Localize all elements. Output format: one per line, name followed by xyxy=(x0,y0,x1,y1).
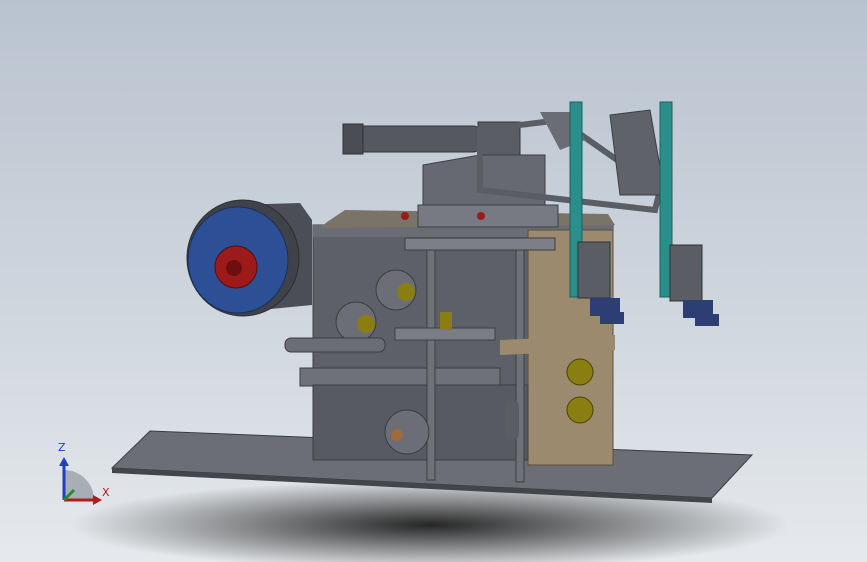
triad-z-label: Z xyxy=(58,441,66,454)
tape-reel[interactable] xyxy=(186,199,312,317)
triad-x-label: X xyxy=(102,486,110,499)
axis-triad[interactable] xyxy=(59,457,102,505)
motors[interactable] xyxy=(577,241,719,326)
cad-model-view[interactable] xyxy=(0,0,867,562)
graphics-viewport[interactable]: Z X xyxy=(0,0,867,562)
